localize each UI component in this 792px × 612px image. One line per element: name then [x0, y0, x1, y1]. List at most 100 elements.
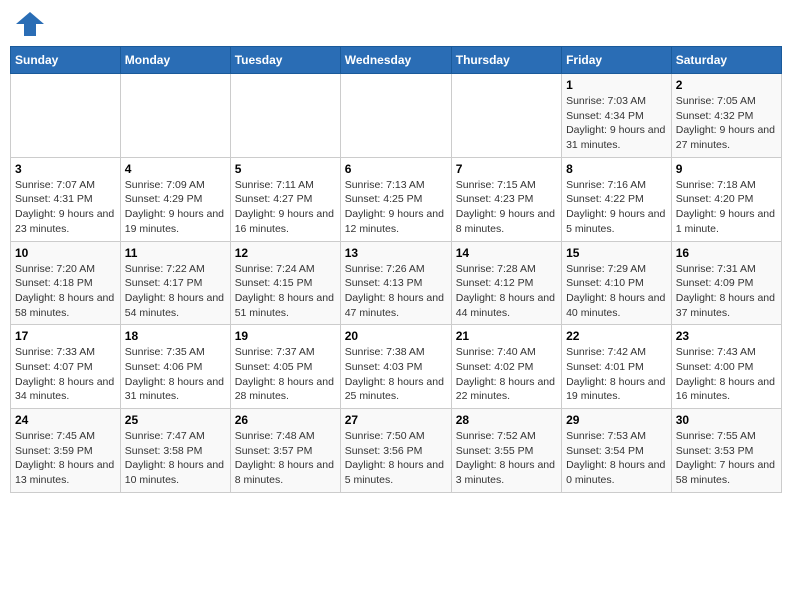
day-info: Sunrise: 7:29 AMSunset: 4:10 PMDaylight:…	[566, 262, 667, 321]
day-number: 10	[15, 246, 116, 260]
day-info: Sunrise: 7:52 AMSunset: 3:55 PMDaylight:…	[456, 429, 557, 488]
day-number: 20	[345, 329, 447, 343]
day-info: Sunrise: 7:45 AMSunset: 3:59 PMDaylight:…	[15, 429, 116, 488]
calendar: SundayMondayTuesdayWednesdayThursdayFrid…	[10, 46, 782, 493]
calendar-cell: 10 Sunrise: 7:20 AMSunset: 4:18 PMDayligh…	[11, 241, 121, 325]
calendar-cell: 25 Sunrise: 7:47 AMSunset: 3:58 PMDayligh…	[120, 409, 230, 493]
calendar-cell	[120, 74, 230, 158]
calendar-cell: 19 Sunrise: 7:37 AMSunset: 4:05 PMDayligh…	[230, 325, 340, 409]
weekday-header-monday: Monday	[120, 47, 230, 74]
calendar-cell: 24 Sunrise: 7:45 AMSunset: 3:59 PMDayligh…	[11, 409, 121, 493]
day-number: 6	[345, 162, 447, 176]
day-info: Sunrise: 7:03 AMSunset: 4:34 PMDaylight:…	[566, 94, 667, 153]
day-info: Sunrise: 7:16 AMSunset: 4:22 PMDaylight:…	[566, 178, 667, 237]
day-number: 16	[676, 246, 777, 260]
calendar-cell: 14 Sunrise: 7:28 AMSunset: 4:12 PMDayligh…	[451, 241, 561, 325]
day-number: 9	[676, 162, 777, 176]
logo-icon	[14, 10, 46, 38]
day-number: 21	[456, 329, 557, 343]
day-number: 14	[456, 246, 557, 260]
weekday-row: SundayMondayTuesdayWednesdayThursdayFrid…	[11, 47, 782, 74]
weekday-header-saturday: Saturday	[671, 47, 781, 74]
day-number: 5	[235, 162, 336, 176]
day-number: 18	[125, 329, 226, 343]
week-row-4: 17Sunrise: 7:33 AMSunset: 4:07 PMDayligh…	[11, 325, 782, 409]
calendar-cell	[451, 74, 561, 158]
day-number: 8	[566, 162, 667, 176]
weekday-header-sunday: Sunday	[11, 47, 121, 74]
calendar-cell: 26 Sunrise: 7:48 AMSunset: 3:57 PMDayligh…	[230, 409, 340, 493]
weekday-header-thursday: Thursday	[451, 47, 561, 74]
day-number: 7	[456, 162, 557, 176]
calendar-cell: 7Sunrise: 7:15 AMSunset: 4:23 PMDaylight…	[451, 157, 561, 241]
calendar-cell: 12 Sunrise: 7:24 AMSunset: 4:15 PMDayligh…	[230, 241, 340, 325]
day-number: 29	[566, 413, 667, 427]
day-number: 13	[345, 246, 447, 260]
calendar-cell: 22 Sunrise: 7:42 AMSunset: 4:01 PMDayligh…	[562, 325, 672, 409]
calendar-cell	[230, 74, 340, 158]
logo	[14, 10, 50, 38]
calendar-cell: 21 Sunrise: 7:40 AMSunset: 4:02 PMDayligh…	[451, 325, 561, 409]
day-number: 1	[566, 78, 667, 92]
week-row-1: 1 Sunrise: 7:03 AMSunset: 4:34 PMDaylight…	[11, 74, 782, 158]
calendar-cell: 1 Sunrise: 7:03 AMSunset: 4:34 PMDaylight…	[562, 74, 672, 158]
calendar-cell: 6 Sunrise: 7:13 AMSunset: 4:25 PMDaylight…	[340, 157, 451, 241]
day-info: Sunrise: 7:13 AMSunset: 4:25 PMDaylight:…	[345, 178, 447, 237]
calendar-cell: 30Sunrise: 7:55 AMSunset: 3:53 PMDayligh…	[671, 409, 781, 493]
calendar-cell	[340, 74, 451, 158]
day-info: Sunrise: 7:26 AMSunset: 4:13 PMDaylight:…	[345, 262, 447, 321]
day-info: Sunrise: 7:42 AMSunset: 4:01 PMDaylight:…	[566, 345, 667, 404]
day-number: 3	[15, 162, 116, 176]
calendar-cell: 29 Sunrise: 7:53 AMSunset: 3:54 PMDayligh…	[562, 409, 672, 493]
calendar-cell: 27 Sunrise: 7:50 AMSunset: 3:56 PMDayligh…	[340, 409, 451, 493]
day-number: 23	[676, 329, 777, 343]
day-number: 2	[676, 78, 777, 92]
day-info: Sunrise: 7:37 AMSunset: 4:05 PMDaylight:…	[235, 345, 336, 404]
day-info: Sunrise: 7:31 AMSunset: 4:09 PMDaylight:…	[676, 262, 777, 321]
weekday-header-friday: Friday	[562, 47, 672, 74]
day-info: Sunrise: 7:48 AMSunset: 3:57 PMDaylight:…	[235, 429, 336, 488]
calendar-cell: 15 Sunrise: 7:29 AMSunset: 4:10 PMDayligh…	[562, 241, 672, 325]
day-info: Sunrise: 7:24 AMSunset: 4:15 PMDaylight:…	[235, 262, 336, 321]
day-info: Sunrise: 7:18 AMSunset: 4:20 PMDaylight:…	[676, 178, 777, 237]
day-info: Sunrise: 7:20 AMSunset: 4:18 PMDaylight:…	[15, 262, 116, 321]
day-number: 4	[125, 162, 226, 176]
day-info: Sunrise: 7:35 AMSunset: 4:06 PMDaylight:…	[125, 345, 226, 404]
day-number: 22	[566, 329, 667, 343]
page-header	[10, 10, 782, 38]
calendar-cell	[11, 74, 121, 158]
day-number: 12	[235, 246, 336, 260]
day-number: 11	[125, 246, 226, 260]
weekday-header-tuesday: Tuesday	[230, 47, 340, 74]
calendar-cell: 5 Sunrise: 7:11 AMSunset: 4:27 PMDaylight…	[230, 157, 340, 241]
day-info: Sunrise: 7:05 AMSunset: 4:32 PMDaylight:…	[676, 94, 777, 153]
calendar-cell: 2 Sunrise: 7:05 AMSunset: 4:32 PMDaylight…	[671, 74, 781, 158]
day-info: Sunrise: 7:40 AMSunset: 4:02 PMDaylight:…	[456, 345, 557, 404]
calendar-cell: 20 Sunrise: 7:38 AMSunset: 4:03 PMDayligh…	[340, 325, 451, 409]
day-number: 28	[456, 413, 557, 427]
day-info: Sunrise: 7:11 AMSunset: 4:27 PMDaylight:…	[235, 178, 336, 237]
day-number: 19	[235, 329, 336, 343]
day-info: Sunrise: 7:09 AMSunset: 4:29 PMDaylight:…	[125, 178, 226, 237]
day-info: Sunrise: 7:33 AMSunset: 4:07 PMDaylight:…	[15, 345, 116, 404]
day-info: Sunrise: 7:28 AMSunset: 4:12 PMDaylight:…	[456, 262, 557, 321]
day-number: 26	[235, 413, 336, 427]
weekday-header-wednesday: Wednesday	[340, 47, 451, 74]
calendar-cell: 16 Sunrise: 7:31 AMSunset: 4:09 PMDayligh…	[671, 241, 781, 325]
week-row-3: 10 Sunrise: 7:20 AMSunset: 4:18 PMDayligh…	[11, 241, 782, 325]
day-number: 24	[15, 413, 116, 427]
day-number: 15	[566, 246, 667, 260]
calendar-header: SundayMondayTuesdayWednesdayThursdayFrid…	[11, 47, 782, 74]
day-number: 25	[125, 413, 226, 427]
day-info: Sunrise: 7:07 AMSunset: 4:31 PMDaylight:…	[15, 178, 116, 237]
calendar-cell: 23Sunrise: 7:43 AMSunset: 4:00 PMDayligh…	[671, 325, 781, 409]
day-number: 27	[345, 413, 447, 427]
day-info: Sunrise: 7:38 AMSunset: 4:03 PMDaylight:…	[345, 345, 447, 404]
day-info: Sunrise: 7:53 AMSunset: 3:54 PMDaylight:…	[566, 429, 667, 488]
week-row-5: 24 Sunrise: 7:45 AMSunset: 3:59 PMDayligh…	[11, 409, 782, 493]
calendar-cell: 18 Sunrise: 7:35 AMSunset: 4:06 PMDayligh…	[120, 325, 230, 409]
day-info: Sunrise: 7:55 AMSunset: 3:53 PMDaylight:…	[676, 429, 777, 488]
day-info: Sunrise: 7:50 AMSunset: 3:56 PMDaylight:…	[345, 429, 447, 488]
day-info: Sunrise: 7:47 AMSunset: 3:58 PMDaylight:…	[125, 429, 226, 488]
calendar-cell: 28 Sunrise: 7:52 AMSunset: 3:55 PMDayligh…	[451, 409, 561, 493]
